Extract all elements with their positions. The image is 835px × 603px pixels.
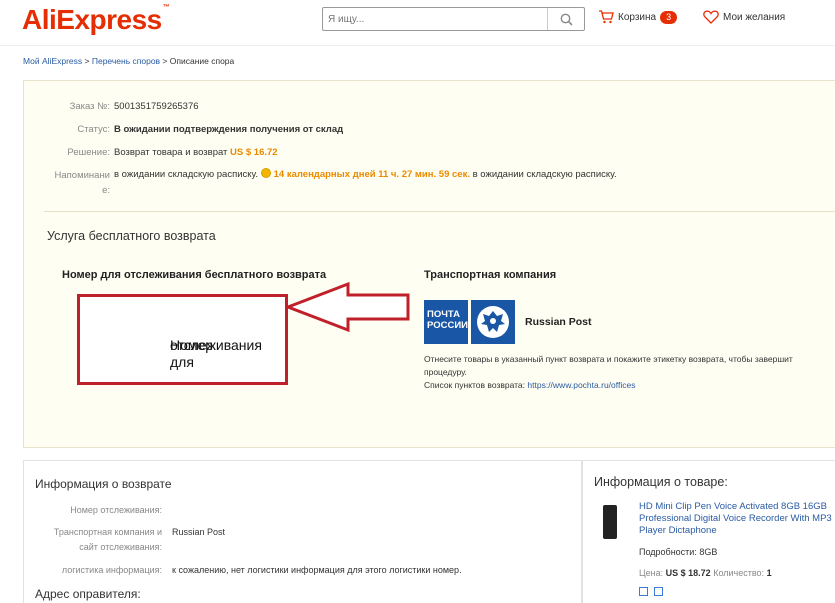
order-number: 5001351759265376 [114, 101, 199, 112]
top-header: AliExpress™ Корзина 3 Мои желания [0, 0, 835, 46]
product-price-row: Цена: US $ 18.72 Количество: 1 [639, 568, 772, 578]
tracking-header: Номер для отслеживания бесплатного возвр… [62, 269, 327, 281]
breadcrumb: Мой AliExpress > Перечень споров > Описа… [23, 56, 234, 66]
cart-link[interactable]: Корзина 3 [598, 10, 678, 24]
breadcrumb-separator: > [160, 56, 170, 66]
product-name-link[interactable]: HD Mini Clip Pen Voice Activated 8GB 16G… [639, 501, 835, 537]
tracking-row: Номер отслеживания: [24, 503, 172, 518]
reminder-timer: 14 календарных дней 11 ч. 27 мин. 59 сек… [273, 169, 470, 180]
product-info-panel: Информация о товаре: HD Mini Clip Pen Vo… [582, 460, 835, 603]
status-value: В ожидании подтверждения получения от ск… [114, 124, 344, 135]
logistics-value: к сожалению, нет логистики информация дл… [172, 565, 462, 575]
search-icon [560, 13, 573, 26]
clock-icon [260, 168, 271, 178]
breadcrumb-separator: > [82, 56, 92, 66]
carrier-label: Транспортная компания и сайт отслеживания… [53, 527, 162, 552]
product-price: US $ 18.72 [665, 568, 711, 578]
carrier-name: Russian Post [525, 316, 592, 328]
cart-icon [599, 10, 614, 24]
wishlist-label: Мои желания [723, 11, 786, 23]
sender-address-title: Адрес оправителя: [35, 587, 141, 601]
carrier-row: Транспортная компания и сайт отслеживания… [24, 525, 225, 555]
decision-value: Возврат товара и возврат US $ 16.72 [114, 147, 278, 158]
eagle-emblem-icon [471, 300, 515, 344]
breadcrumb-current: Описание спора [169, 56, 235, 66]
return-points-link[interactable]: https://www.pochta.ru/offices [527, 380, 635, 390]
product-quantity: 1 [766, 568, 772, 578]
product-info-title: Информация о товаре: [594, 475, 728, 489]
tracking-box-line2: отслеживания [170, 337, 262, 353]
tracking-label: Номер отслеживания: [70, 505, 162, 515]
carrier-header: Транспортная компания [424, 269, 557, 281]
reminder-label: Напоминани е: [54, 170, 111, 196]
breadcrumb-disputes[interactable]: Перечень споров [92, 56, 160, 66]
breadcrumb-my-aliexpress[interactable]: Мой AliExpress [23, 56, 82, 66]
search-button[interactable] [547, 8, 584, 30]
cart-label: Корзина [618, 11, 657, 23]
cart-count-badge: 3 [660, 10, 678, 24]
aliexpress-logo[interactable]: AliExpress™ [22, 4, 170, 36]
dispute-details-box: Заказ №: 5001351759265376 Статус: В ожид… [23, 80, 835, 448]
reminder-value: в ожидании складскую расписку. 14 календ… [114, 168, 617, 180]
decision-text: Возврат товара и возврат [114, 147, 228, 158]
image-icon[interactable] [654, 587, 663, 596]
tracking-number-highlight: Номер для отслеживания [77, 294, 288, 385]
search-bar [322, 7, 585, 31]
decision-label: Решение: [67, 147, 110, 158]
product-icons [639, 587, 663, 596]
order-row: Заказ №: 5001351759265376 [24, 101, 199, 112]
product-details: Подробности: 8GB [639, 547, 718, 557]
product-thumbnail[interactable] [603, 505, 617, 539]
carrier-value: Russian Post [172, 527, 226, 537]
search-input[interactable] [323, 8, 549, 30]
heart-icon [703, 10, 719, 24]
decision-row: Решение: Возврат товара и возврат US $ 1… [24, 147, 278, 158]
status-row: Статус: В ожидании подтверждения получен… [24, 124, 343, 135]
trademark-sign: ™ [162, 4, 170, 11]
wishlist-link[interactable]: Мои желания [703, 10, 785, 24]
section-divider [44, 211, 835, 212]
reminder-row: Напоминани е: в ожидании складскую распис… [24, 168, 617, 198]
logistics-row: логистика информация: к сожалению, нет л… [24, 563, 462, 578]
return-info-panel: Информация о возврате Номер отслеживания… [23, 460, 582, 603]
decision-amount: US $ 16.72 [230, 147, 278, 158]
order-label: Заказ №: [69, 101, 110, 112]
pochta-logo: ПОЧТА РОССИИ [424, 300, 468, 344]
logistics-label: логистика информация: [61, 565, 162, 575]
snapshot-icon[interactable] [639, 587, 648, 596]
return-service-title: Услуга бесплатного возврата [47, 229, 216, 243]
return-info-title: Информация о возврате [35, 477, 172, 491]
status-label: Статус: [77, 124, 110, 135]
return-instructions: Отнесите товары в указанный пункт возвра… [424, 354, 793, 390]
arrow-left-icon [286, 281, 410, 333]
